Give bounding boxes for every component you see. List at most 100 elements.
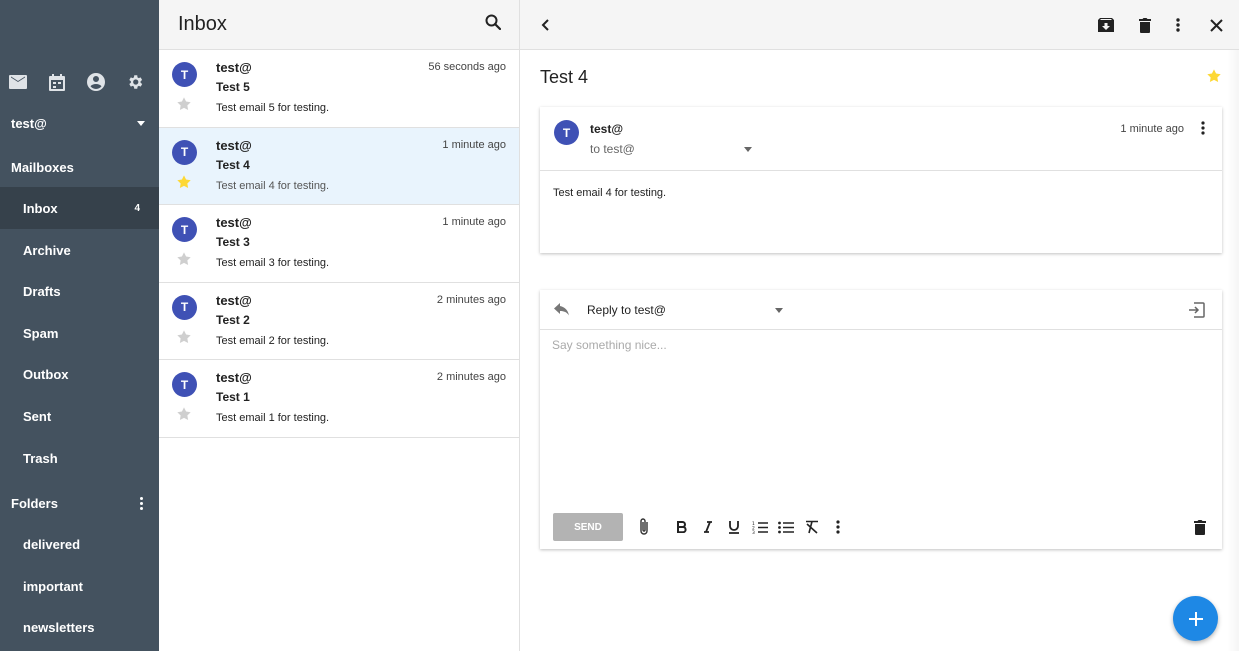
sidebar-item-trash[interactable]: Trash — [0, 437, 159, 479]
message-time: 2 minutes ago — [436, 371, 506, 383]
message-snippet: Test email 5 for testing. — [216, 102, 330, 114]
discard-draft-icon[interactable] — [1190, 517, 1210, 537]
sidebar-item-label: Archive — [23, 242, 71, 258]
folders-heading: Folders — [11, 496, 148, 511]
message-from: test@ — [216, 292, 252, 308]
account-switcher[interactable]: test@ — [11, 116, 145, 131]
bulleted-list-icon[interactable] — [776, 517, 796, 537]
clear-format-icon[interactable] — [802, 517, 822, 537]
message-list-pane: Inbox T test@ 56 seconds ago Test 5 Test… — [159, 0, 520, 651]
message-from: test@ — [216, 137, 252, 153]
more-vert-icon[interactable] — [1168, 15, 1188, 35]
sidebar: test@ Mailboxes Inbox 4 Archive Drafts S… — [0, 0, 159, 651]
calendar-icon[interactable] — [47, 72, 67, 92]
sidebar-item-sent[interactable]: Sent — [0, 395, 159, 437]
unread-badge: 4 — [134, 202, 140, 214]
attach-icon[interactable] — [634, 517, 654, 537]
message-snippet: Test email 2 for testing. — [216, 334, 330, 347]
star-icon[interactable] — [176, 174, 192, 195]
close-icon[interactable] — [1206, 15, 1226, 35]
email-body: Test email 4 for testing. — [553, 187, 667, 199]
message-list: T test@ 56 seconds ago Test 5 Test email… — [159, 50, 519, 438]
bold-icon[interactable] — [672, 517, 692, 537]
send-button[interactable]: SEND — [553, 513, 623, 541]
sidebar-item-inbox[interactable]: Inbox 4 — [0, 187, 159, 229]
search-icon[interactable] — [485, 14, 502, 35]
avatar: T — [172, 62, 197, 87]
reply-body-input[interactable] — [552, 338, 1207, 498]
message-time: 56 seconds ago — [428, 61, 506, 73]
mailboxes-heading: Mailboxes — [11, 160, 74, 175]
more-vert-icon[interactable] — [828, 517, 848, 537]
delete-icon[interactable] — [1135, 15, 1155, 35]
email-from: test@ — [590, 122, 624, 136]
star-icon[interactable] — [1206, 68, 1222, 89]
sidebar-item-label: Sent — [23, 408, 52, 424]
email-subject: Test 4 — [540, 67, 589, 87]
star-icon[interactable] — [176, 251, 192, 272]
message-from: test@ — [216, 60, 252, 75]
message-snippet: Test email 3 for testing. — [216, 257, 330, 269]
sidebar-item-delivered[interactable]: delivered — [0, 523, 159, 565]
sidebar-item-label: Inbox — [23, 200, 58, 216]
reply-composer: Reply to test@ SEND 123 — [540, 290, 1222, 549]
message-snippet: Test email 1 for testing. — [216, 412, 330, 424]
list-item[interactable]: T test@ 1 minute ago Test 4 Test email 4… — [159, 127, 519, 205]
message-snippet: Test email 4 for testing. — [216, 179, 330, 192]
email-to[interactable]: to test@ — [590, 142, 635, 156]
message-time: 1 minute ago — [442, 138, 506, 151]
avatar: T — [172, 217, 197, 242]
list-header: Inbox — [159, 0, 519, 50]
sidebar-item-important[interactable]: important — [0, 565, 159, 607]
more-vert-icon[interactable] — [1201, 121, 1205, 140]
star-icon[interactable] — [176, 406, 192, 427]
sidebar-item-outbox[interactable]: Outbox — [0, 353, 159, 395]
reader-toolbar — [520, 0, 1239, 50]
edge-shadow — [1227, 50, 1239, 651]
message-subject: Test 4 — [216, 157, 250, 172]
sidebar-item-label: delivered — [23, 536, 81, 552]
star-icon[interactable] — [176, 96, 192, 117]
chevron-down-icon[interactable] — [744, 147, 752, 152]
italic-icon[interactable] — [698, 517, 718, 537]
archive-icon[interactable] — [1096, 15, 1116, 35]
compose-button[interactable] — [1173, 596, 1218, 641]
message-from: test@ — [216, 370, 252, 385]
list-item[interactable]: T test@ 2 minutes ago Test 2 Test email … — [159, 283, 519, 360]
numbered-list-icon[interactable]: 123 — [750, 517, 770, 537]
list-item[interactable]: T test@ 1 minute ago Test 3 Test email 3… — [159, 205, 519, 283]
list-item[interactable]: T test@ 2 minutes ago Test 1 Test email … — [159, 360, 519, 438]
sidebar-app-icons — [8, 72, 145, 92]
settings-icon[interactable] — [125, 72, 145, 92]
divider — [540, 170, 1222, 171]
svg-text:3: 3 — [752, 530, 755, 534]
sidebar-item-label: Spam — [23, 325, 59, 341]
folders-more-icon[interactable] — [140, 497, 143, 510]
sidebar-item-spam[interactable]: Spam — [0, 312, 159, 354]
sidebar-item-label: newsletters — [23, 619, 95, 635]
email-time: 1 minute ago — [1120, 123, 1184, 135]
sidebar-item-drafts[interactable]: Drafts — [0, 270, 159, 312]
message-subject: Test 3 — [216, 235, 250, 249]
star-icon[interactable] — [176, 329, 192, 350]
sidebar-item-label: Outbox — [23, 366, 69, 382]
message-subject: Test 1 — [216, 390, 250, 404]
avatar: T — [172, 372, 197, 397]
message-from: test@ — [216, 215, 252, 230]
avatar: T — [172, 139, 197, 165]
reply-icon — [554, 303, 570, 321]
mail-icon[interactable] — [8, 72, 28, 92]
sidebar-item-label: Trash — [23, 450, 58, 466]
account-icon[interactable] — [86, 72, 106, 92]
chevron-down-icon[interactable] — [775, 308, 783, 313]
sidebar-item-label: important — [23, 578, 83, 594]
sidebar-item-newsletters[interactable]: newsletters — [0, 606, 159, 648]
underline-icon[interactable] — [724, 517, 744, 537]
sidebar-item-label: Drafts — [23, 283, 61, 299]
reply-recipient[interactable]: Reply to test@ — [587, 303, 666, 317]
popout-icon[interactable] — [1188, 302, 1205, 323]
back-icon[interactable] — [536, 15, 556, 35]
sidebar-item-archive[interactable]: Archive — [0, 229, 159, 271]
divider — [540, 329, 1222, 330]
list-item[interactable]: T test@ 56 seconds ago Test 5 Test email… — [159, 50, 519, 128]
